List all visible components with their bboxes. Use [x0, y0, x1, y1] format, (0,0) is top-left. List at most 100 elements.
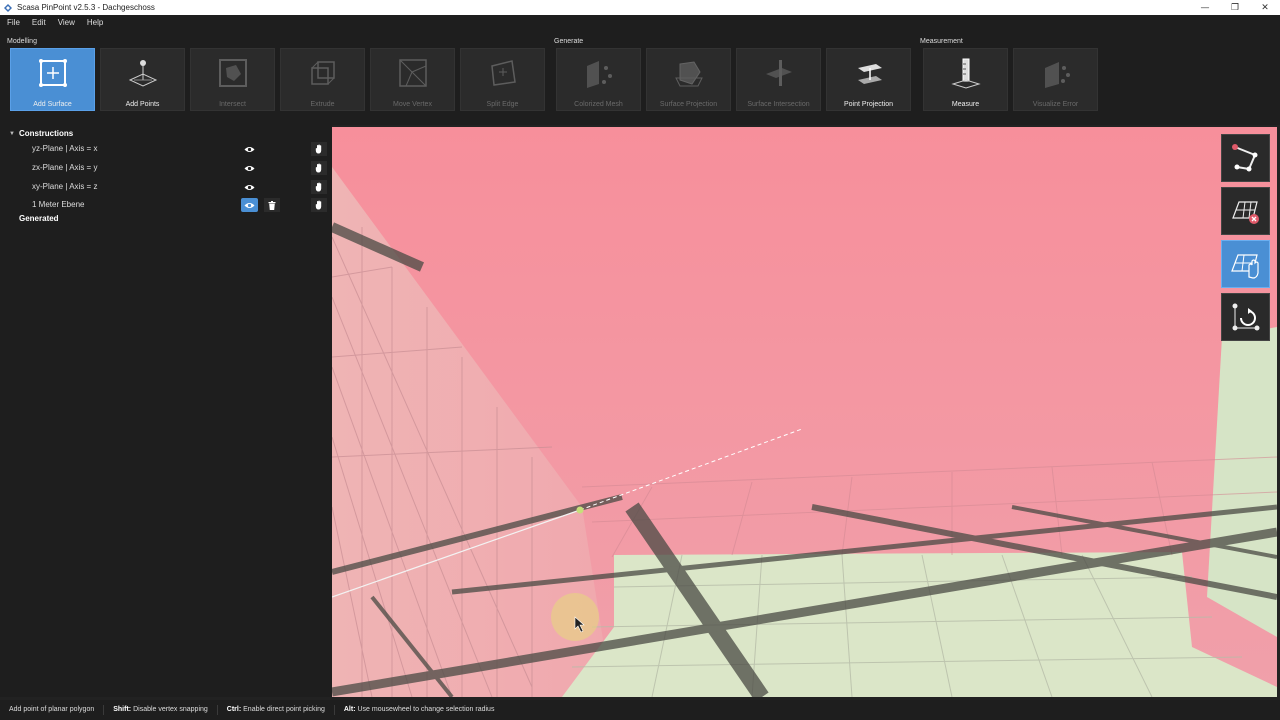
tree-item-label: 1 Meter Ebene [32, 200, 85, 209]
scene-render[interactable] [332, 127, 1277, 697]
colorized-mesh-icon [579, 54, 619, 92]
split-edge-label: Split Edge [486, 101, 519, 108]
pick-button[interactable] [311, 161, 327, 175]
move-vertex-icon [393, 54, 433, 92]
minimize-button[interactable]: — [1190, 0, 1220, 15]
menu-help[interactable]: Help [80, 18, 108, 27]
visibility-toggle[interactable] [241, 161, 258, 175]
eye-icon [244, 202, 255, 208]
window-controls: — ❐ ✕ [1190, 0, 1280, 15]
surface-projection-label: Surface Projection [659, 101, 718, 108]
grid-hand-icon [1230, 254, 1259, 279]
move-vertex-button[interactable]: Move Vertex [370, 48, 455, 111]
expand-arrow-icon[interactable]: ▼ [9, 131, 15, 137]
title-bar: Scasa PinPoint v2.5.3 - Dachgeschoss — ❐… [0, 0, 1280, 15]
eye-icon [244, 184, 255, 190]
tree-item-xy-plane[interactable]: xy-Plane | Axis = z [0, 178, 332, 196]
status-shift: Shift: Disable vertex snapping [104, 705, 218, 715]
ctrl-key-label: Ctrl: [226, 706, 242, 713]
delete-button[interactable] [264, 198, 280, 212]
measure-ruler-icon [946, 54, 986, 92]
colorized-mesh-label: Colorized Mesh [574, 101, 623, 108]
constructions-label: Constructions [18, 129, 74, 138]
generated-header[interactable]: Generated [19, 214, 59, 223]
add-surface-icon [33, 54, 73, 92]
app-logo-icon [4, 3, 12, 12]
point-projection-button[interactable]: Point Projection [826, 48, 911, 111]
visibility-toggle[interactable] [241, 198, 258, 212]
tree-item-label: zx-Plane | Axis = y [32, 163, 98, 172]
rotate-points-icon [1232, 303, 1259, 331]
window-title: Scasa PinPoint v2.5.3 - Dachgeschoss [17, 3, 155, 12]
eye-icon [244, 146, 255, 152]
tree-item-yz-plane[interactable]: yz-Plane | Axis = x [0, 140, 332, 158]
trash-icon [268, 200, 276, 210]
tree-item-1-meter-ebene[interactable]: 1 Meter Ebene [0, 196, 332, 214]
tree-item-zx-plane[interactable]: zx-Plane | Axis = y [0, 159, 332, 177]
add-surface-label: Add Surface [33, 101, 72, 108]
move-vertex-label: Move Vertex [393, 101, 432, 108]
constructions-header[interactable]: ▼ Constructions [9, 129, 73, 138]
group-label-generate: Generate [554, 38, 584, 45]
grid-remove-button[interactable] [1221, 187, 1270, 235]
menu-bar: File Edit View Help [0, 15, 1280, 29]
group-label-modelling: Modelling [7, 38, 37, 45]
extrude-icon [303, 54, 343, 92]
eye-icon [244, 165, 255, 171]
add-points-icon [123, 54, 163, 92]
status-ctrl: Ctrl: Enable direct point picking [218, 705, 335, 715]
pick-button[interactable] [311, 180, 327, 194]
split-edge-button[interactable]: Split Edge [460, 48, 545, 111]
colorized-mesh-button[interactable]: Colorized Mesh [556, 48, 641, 111]
3d-viewport[interactable] [332, 127, 1277, 697]
viewport-toolbar [1221, 134, 1271, 346]
close-button[interactable]: ✕ [1250, 0, 1280, 15]
status-bar: Add point of planar polygon Shift: Disab… [0, 700, 1280, 720]
add-surface-button[interactable]: Add Surface [10, 48, 95, 111]
ctrl-text: Enable direct point picking [243, 706, 325, 713]
split-edge-icon [483, 54, 523, 92]
visibility-toggle[interactable] [241, 142, 258, 156]
intersect-button[interactable]: Intersect [190, 48, 275, 111]
status-alt: Alt: Use mousewheel to change selection … [335, 705, 504, 715]
group-label-measurement: Measurement [920, 38, 963, 45]
add-points-label: Add Points [125, 101, 160, 108]
alt-key-label: Alt: [343, 706, 356, 713]
polygon-vertex-icon [1231, 144, 1257, 172]
grid-remove-icon [1231, 201, 1259, 224]
surface-intersection-button[interactable]: Surface Intersection [736, 48, 821, 111]
rotate-points-button[interactable] [1221, 293, 1270, 341]
polygon-vertex-button[interactable] [1221, 134, 1270, 182]
hand-icon [315, 163, 322, 173]
ribbon-toolbar: Modelling Generate Measurement Add Surfa… [0, 29, 1280, 125]
pick-button[interactable] [311, 142, 327, 156]
alt-text: Use mousewheel to change selection radiu… [357, 706, 495, 713]
menu-file[interactable]: File [0, 18, 25, 27]
add-points-button[interactable]: Add Points [100, 48, 185, 111]
intersect-icon [213, 54, 253, 92]
hand-icon [315, 144, 322, 154]
point-projection-label: Point Projection [843, 101, 894, 108]
pick-button[interactable] [311, 198, 327, 212]
visualize-error-icon [1036, 54, 1076, 92]
intersect-label: Intersect [219, 101, 246, 108]
tree-item-label: yz-Plane | Axis = x [32, 144, 98, 153]
status-hint: Add point of planar polygon [0, 705, 105, 715]
surface-projection-icon [669, 54, 709, 92]
surface-intersection-icon [759, 54, 799, 92]
visibility-toggle[interactable] [241, 180, 258, 194]
surface-intersection-label: Surface Intersection [747, 101, 810, 108]
menu-view[interactable]: View [51, 18, 80, 27]
extrude-button[interactable]: Extrude [280, 48, 365, 111]
surface-projection-button[interactable]: Surface Projection [646, 48, 731, 111]
maximize-button[interactable]: ❐ [1220, 0, 1250, 15]
measure-button[interactable]: Measure [923, 48, 1008, 111]
point-projection-icon [849, 54, 889, 92]
shift-text: Disable vertex snapping [133, 706, 208, 713]
tree-item-label: xy-Plane | Axis = z [32, 182, 98, 191]
measure-label: Measure [951, 101, 980, 108]
shift-key-label: Shift: [113, 706, 132, 713]
grid-hand-button[interactable] [1221, 240, 1270, 288]
menu-edit[interactable]: Edit [25, 18, 51, 27]
visualize-error-button[interactable]: Visualize Error [1013, 48, 1098, 111]
